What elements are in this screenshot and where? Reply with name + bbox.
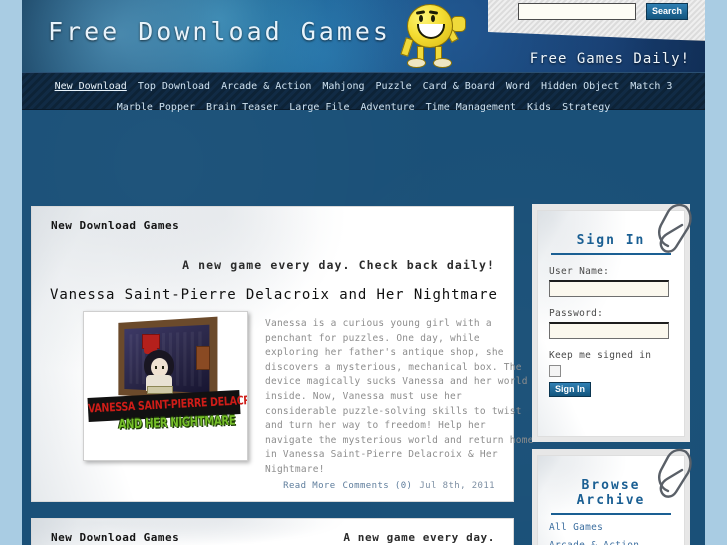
archive-link-all-games[interactable]: All Games bbox=[549, 522, 673, 533]
article-card: New Download Games A new game every day.… bbox=[31, 206, 533, 502]
page-root: Free Download Games Search Free Games Da… bbox=[0, 0, 727, 545]
username-input[interactable] bbox=[549, 280, 669, 297]
archive-title-rule bbox=[551, 513, 671, 515]
advertisement-slot bbox=[22, 108, 705, 200]
nav-item-word[interactable]: Word bbox=[506, 81, 530, 92]
article-footer: Read More Comments (0) Jul 8th, 2011 bbox=[32, 481, 495, 491]
keep-signed-in-label: Keep me signed in bbox=[549, 350, 652, 361]
site-logo[interactable]: Free Download Games bbox=[48, 17, 391, 46]
article2-daily-note: A new game every day. bbox=[343, 531, 495, 544]
article-section-title: New Download Games bbox=[51, 219, 180, 232]
signin-title: Sign In bbox=[576, 233, 646, 248]
main-navigation: New Download Top Download Arcade & Actio… bbox=[22, 72, 705, 113]
site-tagline: Free Games Daily! bbox=[529, 51, 690, 67]
article-card-2: New Download Games A new game every day. bbox=[31, 518, 514, 545]
signin-title-rule bbox=[551, 253, 671, 255]
archive-panel-inner: Browse Archive All Games Arcade & Action bbox=[537, 448, 692, 545]
archive-title: Browse Archive bbox=[576, 478, 646, 508]
search-input[interactable] bbox=[518, 3, 636, 20]
archive-link-arcade-action[interactable]: Arcade & Action bbox=[549, 540, 673, 545]
game-boxart-image: VANESSA SAINT-PIERRE DELACROIX AND HER N… bbox=[84, 312, 247, 458]
nav-item-mahjong[interactable]: Mahjong bbox=[322, 81, 364, 92]
nav-item-top-download[interactable]: Top Download bbox=[138, 81, 210, 92]
keep-signed-in-checkbox[interactable] bbox=[549, 365, 561, 377]
game-description: Vanessa is a curious young girl with a p… bbox=[265, 318, 534, 475]
boxart-title-line2: AND HER NIGHTMARE bbox=[118, 414, 236, 433]
nav-item-hidden-object[interactable]: Hidden Object bbox=[541, 81, 619, 92]
signin-button[interactable]: Sign In bbox=[549, 382, 591, 397]
password-label: Password: bbox=[549, 308, 604, 319]
nav-item-puzzle[interactable]: Puzzle bbox=[376, 81, 412, 92]
signin-panel-inner: Sign In User Name: Password: Keep me sig… bbox=[537, 203, 692, 437]
game-thumbnail[interactable]: VANESSA SAINT-PIERRE DELACROIX AND HER N… bbox=[83, 311, 248, 461]
archive-panel: Browse Archive All Games Arcade & Action bbox=[532, 448, 692, 545]
article-date: Jul 8th, 2011 bbox=[419, 481, 495, 491]
article-daily-note: A new game every day. Check back daily! bbox=[182, 258, 495, 272]
signin-panel: Sign In User Name: Password: Keep me sig… bbox=[532, 203, 692, 442]
comments-link[interactable]: Comments (0) bbox=[343, 481, 413, 491]
nav-item-card-board[interactable]: Card & Board bbox=[423, 81, 495, 92]
game-title[interactable]: Vanessa Saint-Pierre Delacroix and Her N… bbox=[50, 287, 500, 303]
username-label: User Name: bbox=[549, 266, 610, 277]
nav-item-arcade-action[interactable]: Arcade & Action bbox=[221, 81, 311, 92]
search-button[interactable]: Search bbox=[646, 3, 688, 20]
nav-item-match-3[interactable]: Match 3 bbox=[630, 81, 672, 92]
nav-item-new-download[interactable]: New Download bbox=[55, 81, 127, 92]
nav-row-primary: New Download Top Download Arcade & Actio… bbox=[22, 73, 705, 95]
read-more-link[interactable]: Read More bbox=[283, 481, 335, 491]
password-input[interactable] bbox=[549, 322, 669, 339]
